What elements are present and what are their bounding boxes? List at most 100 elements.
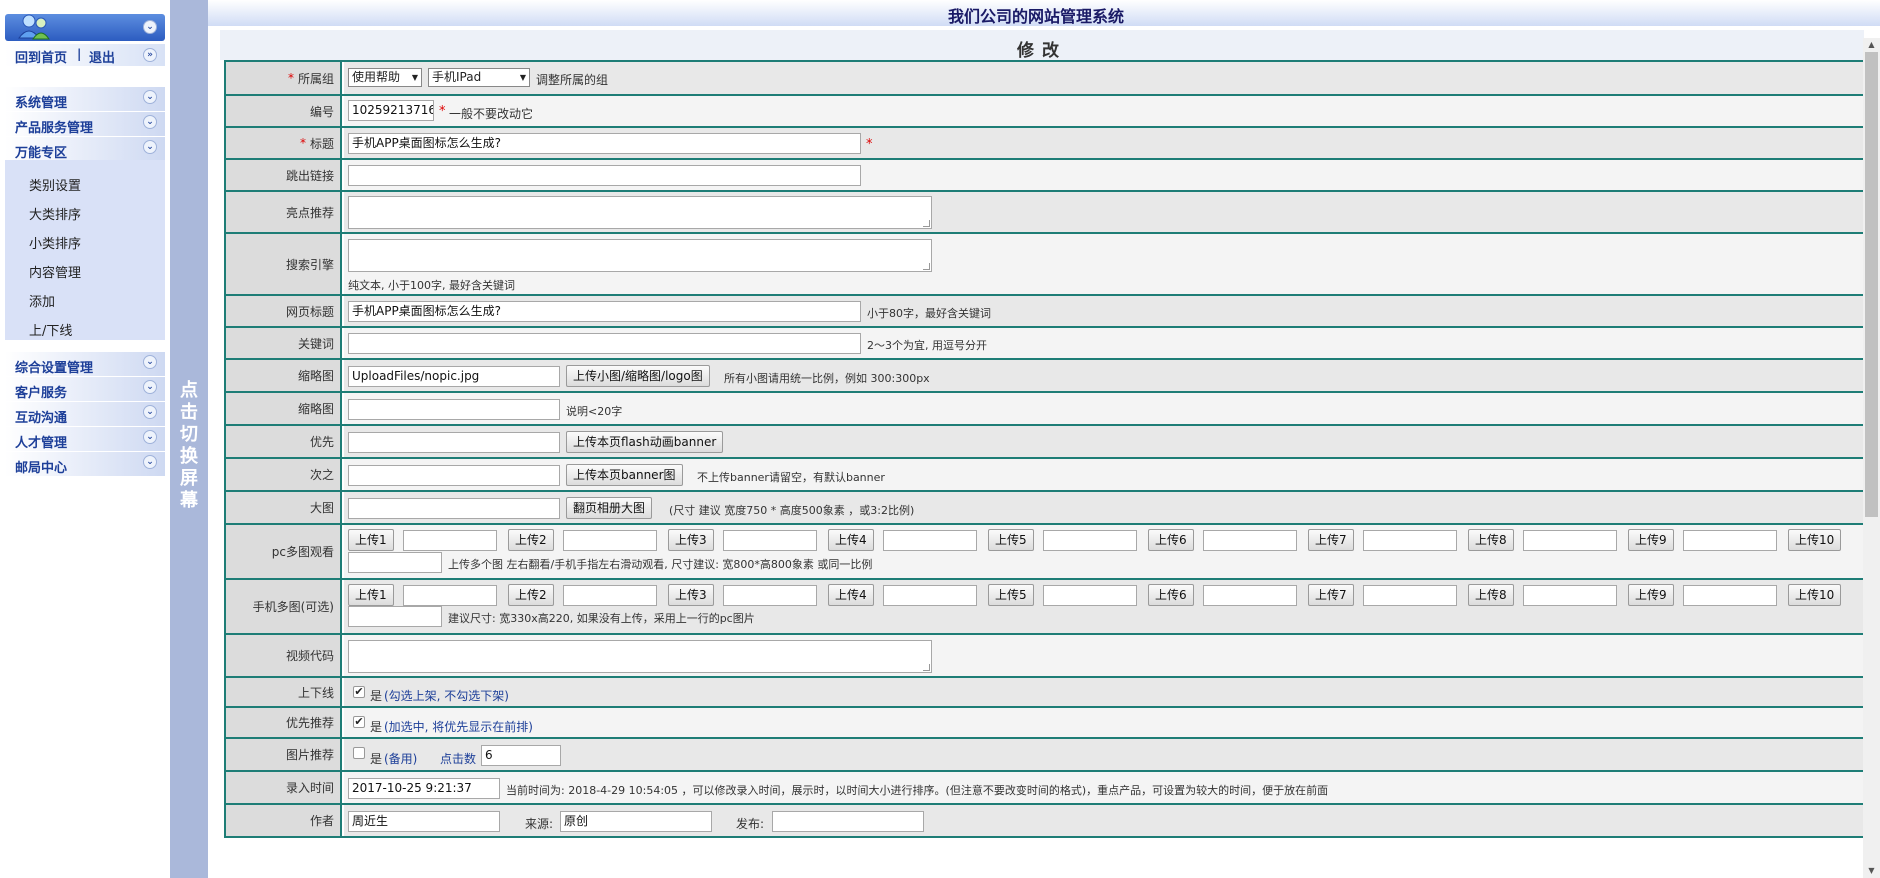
scroll-thumb[interactable] [1865, 52, 1878, 517]
menu-product[interactable]: 产品服务管理 ⌄ [5, 112, 165, 136]
sidebar-item-online[interactable]: 上/下线 [29, 320, 72, 339]
page-scrollbar[interactable]: ▲ ▼ [1863, 38, 1880, 878]
mobile-upload-6-button[interactable]: 上传6 [1148, 584, 1194, 606]
thumbnail-input[interactable]: UploadFiles/nopic.jpg [348, 366, 560, 387]
required-mark: * [866, 137, 873, 152]
logout-link[interactable]: 退出 [89, 47, 115, 66]
video-code-textarea[interactable] [348, 640, 932, 673]
thumbnail-note: 所有小图请用统一比例，例如 300:300px [724, 372, 930, 385]
mobile-upload-5-button[interactable]: 上传5 [988, 584, 1034, 606]
field-label: * 标题 [226, 128, 342, 158]
priority-yes: 是 [370, 720, 383, 734]
banner-input[interactable] [348, 465, 560, 486]
jump-link-input[interactable] [348, 165, 861, 186]
mobile-image-6-input[interactable] [1203, 585, 1297, 606]
collapse-all-icon[interactable]: ⌄ [143, 20, 157, 34]
source-input[interactable]: 原创 [560, 811, 712, 832]
mobile-image-2-input[interactable] [563, 585, 657, 606]
subgroup-select[interactable]: 手机IPad [428, 68, 530, 87]
pc-upload-7-button[interactable]: 上传7 [1308, 529, 1354, 551]
group-select[interactable]: 使用帮助 [348, 68, 422, 87]
entry-time-input[interactable]: 2017-10-25 9:21:37 [348, 778, 500, 799]
publish-input[interactable] [772, 811, 924, 832]
sidebar-hide-icon[interactable]: » [143, 48, 157, 62]
menu-system[interactable]: 系统管理 ⌄ [5, 87, 165, 111]
mobile-image-9-input[interactable] [1683, 585, 1777, 606]
menu-settings[interactable]: 综合设置管理 ⌄ [5, 352, 165, 376]
menu-interaction[interactable]: 互动沟通 ⌄ [5, 402, 165, 426]
clicks-input[interactable]: 6 [481, 745, 561, 766]
pc-upload-5-button[interactable]: 上传5 [988, 529, 1034, 551]
pc-image-9-input[interactable] [1683, 530, 1777, 551]
menu-universal[interactable]: 万能专区 ⌄ [5, 137, 165, 161]
highlight-textarea[interactable] [348, 196, 932, 229]
pc-image-8-input[interactable] [1523, 530, 1617, 551]
mobile-upload-4-button[interactable]: 上传4 [828, 584, 874, 606]
mobile-image-8-input[interactable] [1523, 585, 1617, 606]
pc-image-5-input[interactable] [1043, 530, 1137, 551]
menu-customer[interactable]: 客户服务 ⌄ [5, 377, 165, 401]
mobile-image-5-input[interactable] [1043, 585, 1137, 606]
code-note: 一般不要改动它 [449, 107, 534, 121]
menu-label: 互动沟通 [15, 411, 68, 426]
pc-upload-9-button[interactable]: 上传9 [1628, 529, 1674, 551]
upload-album-button[interactable]: 翻页相册大图 [566, 497, 653, 519]
pc-upload-2-button[interactable]: 上传2 [508, 529, 554, 551]
pc-image-10-input[interactable] [348, 552, 442, 573]
seo-textarea[interactable] [348, 239, 932, 272]
sidebar-item-content[interactable]: 内容管理 [29, 262, 81, 281]
screen-toggle-bar[interactable]: 点击切换屏幕 [170, 0, 208, 878]
mobile-upload-1-button[interactable]: 上传1 [348, 584, 394, 606]
pc-upload-1-button[interactable]: 上传1 [348, 529, 394, 551]
upload-thumbnail-button[interactable]: 上传小图/缩略图/logo图 [566, 365, 710, 387]
thumbnail-desc-input[interactable] [348, 399, 560, 420]
field-label: 录入时间 [226, 772, 342, 803]
pc-upload-6-button[interactable]: 上传6 [1148, 529, 1194, 551]
menu-talent[interactable]: 人才管理 ⌄ [5, 427, 165, 451]
sidebar-item-minor-sort[interactable]: 小类排序 [29, 233, 81, 252]
mobile-upload-9-button[interactable]: 上传9 [1628, 584, 1674, 606]
pic-recommend-checkbox[interactable] [353, 747, 365, 759]
upload-banner-button[interactable]: 上传本页banner图 [566, 464, 683, 486]
page-title-input[interactable]: 手机APP桌面图标怎么生成? [348, 301, 861, 322]
pc-upload-10-button[interactable]: 上传10 [1788, 529, 1842, 551]
mobile-upload-2-button[interactable]: 上传2 [508, 584, 554, 606]
pc-image-4-input[interactable] [883, 530, 977, 551]
pc-image-1-input[interactable] [403, 530, 497, 551]
mobile-image-3-input[interactable] [723, 585, 817, 606]
pc-upload-8-button[interactable]: 上传8 [1468, 529, 1514, 551]
priority-checkbox[interactable]: ✔ [353, 716, 365, 728]
pc-image-6-input[interactable] [1203, 530, 1297, 551]
menu-mail[interactable]: 邮局中心 ⌄ [5, 452, 165, 476]
code-input[interactable]: 10259213716 [348, 100, 434, 121]
keywords-input[interactable] [348, 333, 861, 354]
mobile-upload-3-button[interactable]: 上传3 [668, 584, 714, 606]
pc-image-2-input[interactable] [563, 530, 657, 551]
big-image-input[interactable] [348, 498, 560, 519]
scroll-down-icon[interactable]: ▼ [1863, 864, 1880, 878]
field-label: 缩略图 [226, 360, 342, 391]
back-home-link[interactable]: 回到首页 [15, 47, 67, 66]
mobile-image-1-input[interactable] [403, 585, 497, 606]
mobile-upload-7-button[interactable]: 上传7 [1308, 584, 1354, 606]
title-input[interactable]: 手机APP桌面图标怎么生成? [348, 133, 861, 154]
mobile-upload-10-button[interactable]: 上传10 [1788, 584, 1842, 606]
sidebar-item-add[interactable]: 添加 [29, 291, 55, 310]
sidebar-item-major-sort[interactable]: 大类排序 [29, 204, 81, 223]
sidebar-item-category[interactable]: 类别设置 [29, 175, 81, 194]
mobile-image-4-input[interactable] [883, 585, 977, 606]
mobile-image-10-input[interactable] [348, 606, 442, 627]
pc-image-7-input[interactable] [1363, 530, 1457, 551]
author-input[interactable]: 周近生 [348, 811, 500, 832]
field-label: 优先 [226, 426, 342, 457]
pc-image-3-input[interactable] [723, 530, 817, 551]
upload-flash-banner-button[interactable]: 上传本页flash动画banner [566, 431, 724, 453]
flash-banner-input[interactable] [348, 432, 560, 453]
pc-upload-3-button[interactable]: 上传3 [668, 529, 714, 551]
scroll-up-icon[interactable]: ▲ [1863, 38, 1880, 52]
mobile-upload-8-button[interactable]: 上传8 [1468, 584, 1514, 606]
field-label: 搜索引擎 [226, 234, 342, 294]
pc-upload-4-button[interactable]: 上传4 [828, 529, 874, 551]
mobile-image-7-input[interactable] [1363, 585, 1457, 606]
online-checkbox[interactable]: ✔ [353, 686, 365, 698]
